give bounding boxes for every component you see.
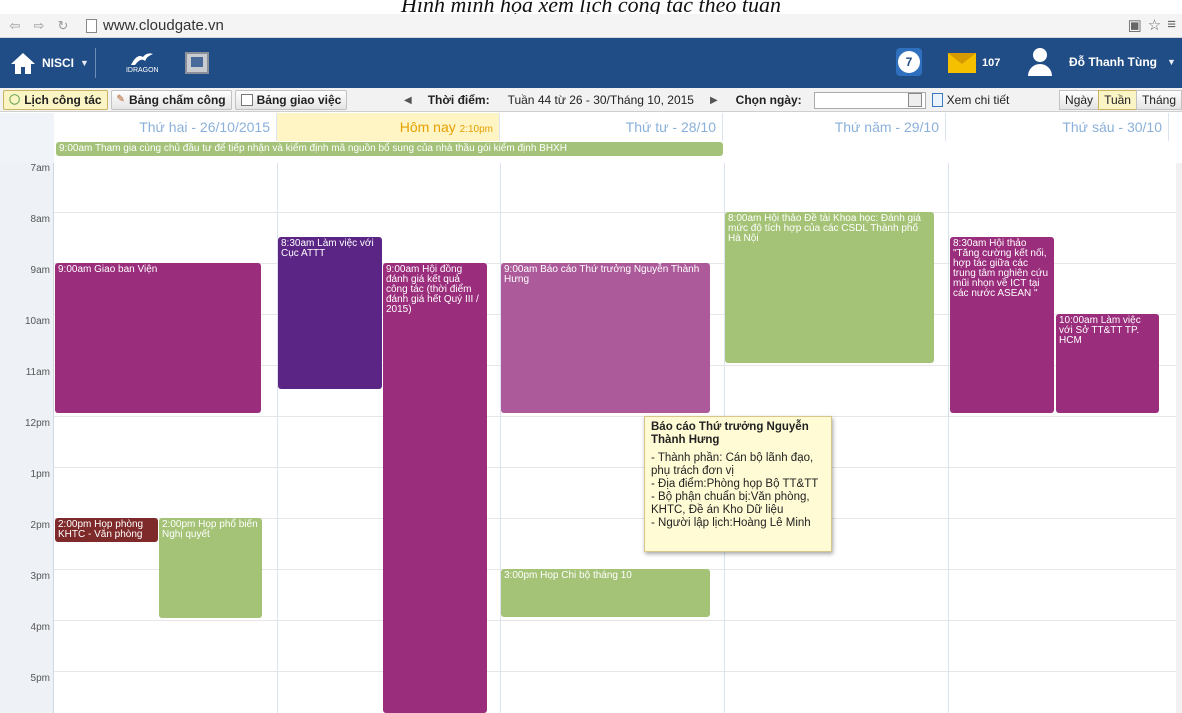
day-header[interactable]: Thứ tư - 28/10 — [500, 113, 723, 141]
day-header[interactable]: Thứ sáu - 30/10 — [946, 113, 1169, 141]
hour-label: 5pm — [30, 673, 50, 684]
date-picker-icon[interactable] — [907, 93, 922, 107]
tooltip-line: - Địa điểm:Phòng họp Bộ TT&TT — [651, 478, 819, 490]
star-icon[interactable]: ☆ — [1148, 16, 1161, 34]
tooltip-line: - Bộ phận chuẩn bị:Văn phòng, KHTC, Đề á… — [651, 491, 810, 516]
hour-label: 7am — [30, 163, 50, 174]
prev-week-arrow-icon[interactable]: ◀ — [404, 95, 412, 106]
event-lam-viec-cuc-attt[interactable]: 8:30am Làm việc với Cục ATTT — [278, 237, 382, 389]
idragon-logo: IDRAGON — [126, 51, 159, 75]
monitor-icon[interactable] — [184, 52, 209, 74]
tab-lich-cong-tac[interactable]: ◯ Lịch công tác — [3, 89, 108, 110]
event-hop-phong-khtc[interactable]: 2:00pm Họp phòng KHTC - Văn phòng — [55, 518, 158, 542]
week-navigator: ◀ Thời điểm: Tuần 44 từ 26 - 30/Tháng 10… — [400, 88, 1009, 112]
home-icon[interactable] — [10, 50, 38, 76]
next-week-arrow-icon[interactable]: ▶ — [710, 95, 718, 106]
tooltip-line: - Người lập lịch:Hoàng Lê Minh — [651, 517, 811, 529]
url-text: www.cloudgate.vn — [103, 17, 224, 34]
back-icon[interactable]: ⇦ — [6, 18, 24, 34]
tab-label: Lịch công tác — [24, 92, 102, 107]
detail-label: Xem chi tiết — [946, 93, 1010, 107]
logo-text: IDRAGON — [125, 67, 159, 74]
page-icon — [86, 18, 97, 33]
view-day-button[interactable]: Ngày — [1059, 90, 1100, 110]
translate-icon[interactable]: ▣ — [1128, 16, 1142, 34]
toolbar: ◯ Lịch công tác ✎ Bảng chấm công Bảng gi… — [0, 88, 1182, 112]
app-header: NISCI ▼ IDRAGON 7 107 Đỗ Thanh Tùng ▼ — [0, 38, 1182, 88]
event-hoi-thao-asean[interactable]: 8:30am Hội thảo "Tăng cường kết nối, hợp… — [950, 237, 1054, 413]
user-avatar-icon — [1026, 46, 1054, 78]
hour-label: 1pm — [30, 469, 50, 480]
event-bao-cao-thu-truong[interactable]: 9:00am Báo cáo Thứ trưởng Nguyễn Thành H… — [501, 263, 710, 413]
divider — [94, 48, 96, 78]
time-grid: 7am 8am 9am 10am 11am 12pm 1pm 2pm 3pm 4… — [0, 163, 1176, 713]
tooltip-line: - Thành phần: Cán bộ lãnh đạo, phụ trách… — [651, 452, 814, 477]
user-name: Đỗ Thanh Tùng — [1069, 55, 1157, 69]
hour-label: 3pm — [30, 571, 50, 582]
view-week-button[interactable]: Tuần — [1098, 90, 1137, 110]
address-bar[interactable]: www.cloudgate.vn — [86, 17, 224, 34]
browser-bar: ⇦ ⇨ ↻ www.cloudgate.vn ▣ ☆ ≡ — [0, 14, 1182, 38]
chevron-down-icon[interactable]: ▼ — [80, 58, 89, 68]
event-giao-ban-vien[interactable]: 9:00am Giao ban Viện — [55, 263, 261, 413]
event-hoi-thao-de-tai[interactable]: 8:00am Hội thảo Đề tài Khoa học: Đánh gi… — [725, 212, 934, 363]
task-icon — [240, 93, 253, 106]
tooltip-title: Báo cáo Thứ trưởng Nguyễn Thành Hưng — [651, 421, 809, 446]
event-hop-chi-bo[interactable]: 3:00pm Họp Chi bộ tháng 10 — [501, 569, 710, 617]
event-hoi-dong-danh-gia[interactable]: 9:00am Hội đồng đánh giá kết quả công tá… — [383, 263, 487, 713]
event-tooltip: Báo cáo Thứ trưởng Nguyễn Thành Hưng - T… — [644, 416, 832, 552]
view-detail-link[interactable]: Xem chi tiết — [931, 93, 1010, 107]
event-lam-viec-so-tttt[interactable]: 10:00am Làm việc với Sở TT&TT TP. HCM — [1056, 314, 1159, 413]
week-range: Tuần 44 từ 26 - 30/Tháng 10, 2015 — [507, 93, 694, 107]
choose-date-label: Chọn ngày: — [735, 93, 802, 107]
tab-label: Bảng chấm công — [128, 92, 226, 107]
chevron-down-icon: ▼ — [1166, 57, 1176, 67]
view-switcher: Ngày Tuần Tháng — [1059, 90, 1182, 110]
hour-label: 4pm — [30, 622, 50, 633]
day-header-row: Thứ hai - 26/10/2015 Hôm nay 2:10pm Thứ … — [54, 113, 1169, 141]
day-header[interactable]: Thứ năm - 29/10 — [723, 113, 946, 141]
forward-icon[interactable]: ⇨ — [30, 18, 48, 34]
timesheet-icon: ✎ — [116, 94, 125, 105]
document-icon — [931, 93, 943, 107]
reload-icon[interactable]: ↻ — [54, 18, 72, 34]
hour-label: 8am — [30, 214, 50, 225]
hour-label: 10am — [24, 316, 50, 327]
mail-count: 107 — [982, 57, 1001, 69]
hour-label: 9am — [30, 265, 50, 276]
event-hop-pho-bien[interactable]: 2:00pm Họp phổ biến Nghị quyết — [159, 518, 262, 618]
hour-label: 2pm — [30, 520, 50, 531]
all-day-event[interactable]: 9:00am Tham gia cùng chủ đầu tư để tiếp … — [56, 142, 723, 156]
week-calendar: Thứ hai - 26/10/2015 Hôm nay 2:10pm Thứ … — [0, 113, 1182, 713]
user-menu[interactable]: Đỗ Thanh Tùng ▼ — [1026, 46, 1176, 78]
time-label: Thời điểm: — [427, 93, 490, 107]
tab-label: Bảng giao việc — [256, 92, 342, 107]
calendar-day-badge: 7 — [898, 51, 920, 73]
day-header[interactable]: Thứ hai - 26/10/2015 — [54, 113, 277, 141]
org-selector[interactable]: NISCI — [42, 56, 74, 70]
day-header-today[interactable]: Hôm nay 2:10pm — [277, 113, 500, 141]
tab-bang-cham-cong[interactable]: ✎ Bảng chấm công — [110, 89, 232, 110]
hour-label: 11am — [25, 367, 50, 378]
view-month-button[interactable]: Tháng — [1135, 90, 1182, 110]
hour-label: 12pm — [24, 418, 50, 429]
mail-icon — [948, 53, 976, 73]
menu-icon[interactable]: ≡ — [1167, 16, 1176, 34]
calendar-icon: ◯ — [9, 94, 21, 105]
today-time: 2:10pm — [459, 124, 493, 135]
tab-bang-giao-viec[interactable]: Bảng giao việc — [234, 89, 348, 110]
calendar-button[interactable]: 7 — [896, 48, 922, 76]
scrollbar[interactable] — [1176, 163, 1182, 713]
today-label: Hôm nay — [399, 119, 456, 135]
mail-button[interactable]: 107 — [948, 53, 1000, 73]
